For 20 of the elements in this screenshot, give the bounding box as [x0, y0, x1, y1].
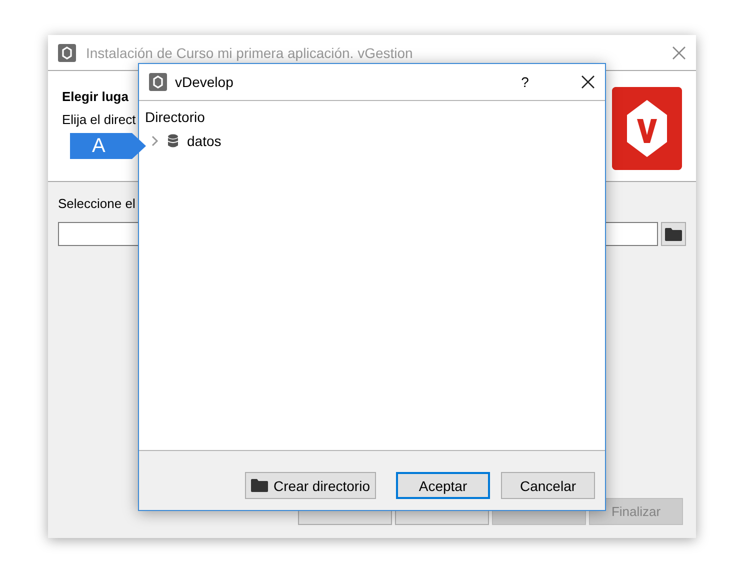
- step-title: Elegir luga: [62, 89, 128, 104]
- folder-icon: [665, 228, 682, 240]
- dialog-button[interactable]: Cancelar: [501, 472, 595, 499]
- folder-icon: [250, 479, 268, 492]
- close-icon[interactable]: [581, 75, 595, 89]
- tree-header: Directorio: [145, 109, 206, 125]
- window-title: Instalación de Curso mi primera aplicación. vGestion: [86, 44, 414, 60]
- callout-label: A: [70, 133, 146, 159]
- dialog-button[interactable]: Aceptar: [396, 472, 490, 499]
- logo-icon: [612, 87, 682, 170]
- app-icon: [58, 44, 76, 62]
- dialog-button[interactable]: Crear directorio: [244, 472, 376, 499]
- app-icon: [149, 73, 167, 91]
- database-icon: [167, 134, 179, 148]
- help-button[interactable]: ?: [515, 74, 535, 90]
- field-label: Seleccione el: [58, 196, 136, 211]
- tree-item[interactable]: datos: [187, 133, 222, 149]
- browse-button[interactable]: [661, 222, 686, 246]
- step-subtitle: Elija el direct: [62, 112, 136, 127]
- dialog-title: vDevelop: [175, 74, 234, 90]
